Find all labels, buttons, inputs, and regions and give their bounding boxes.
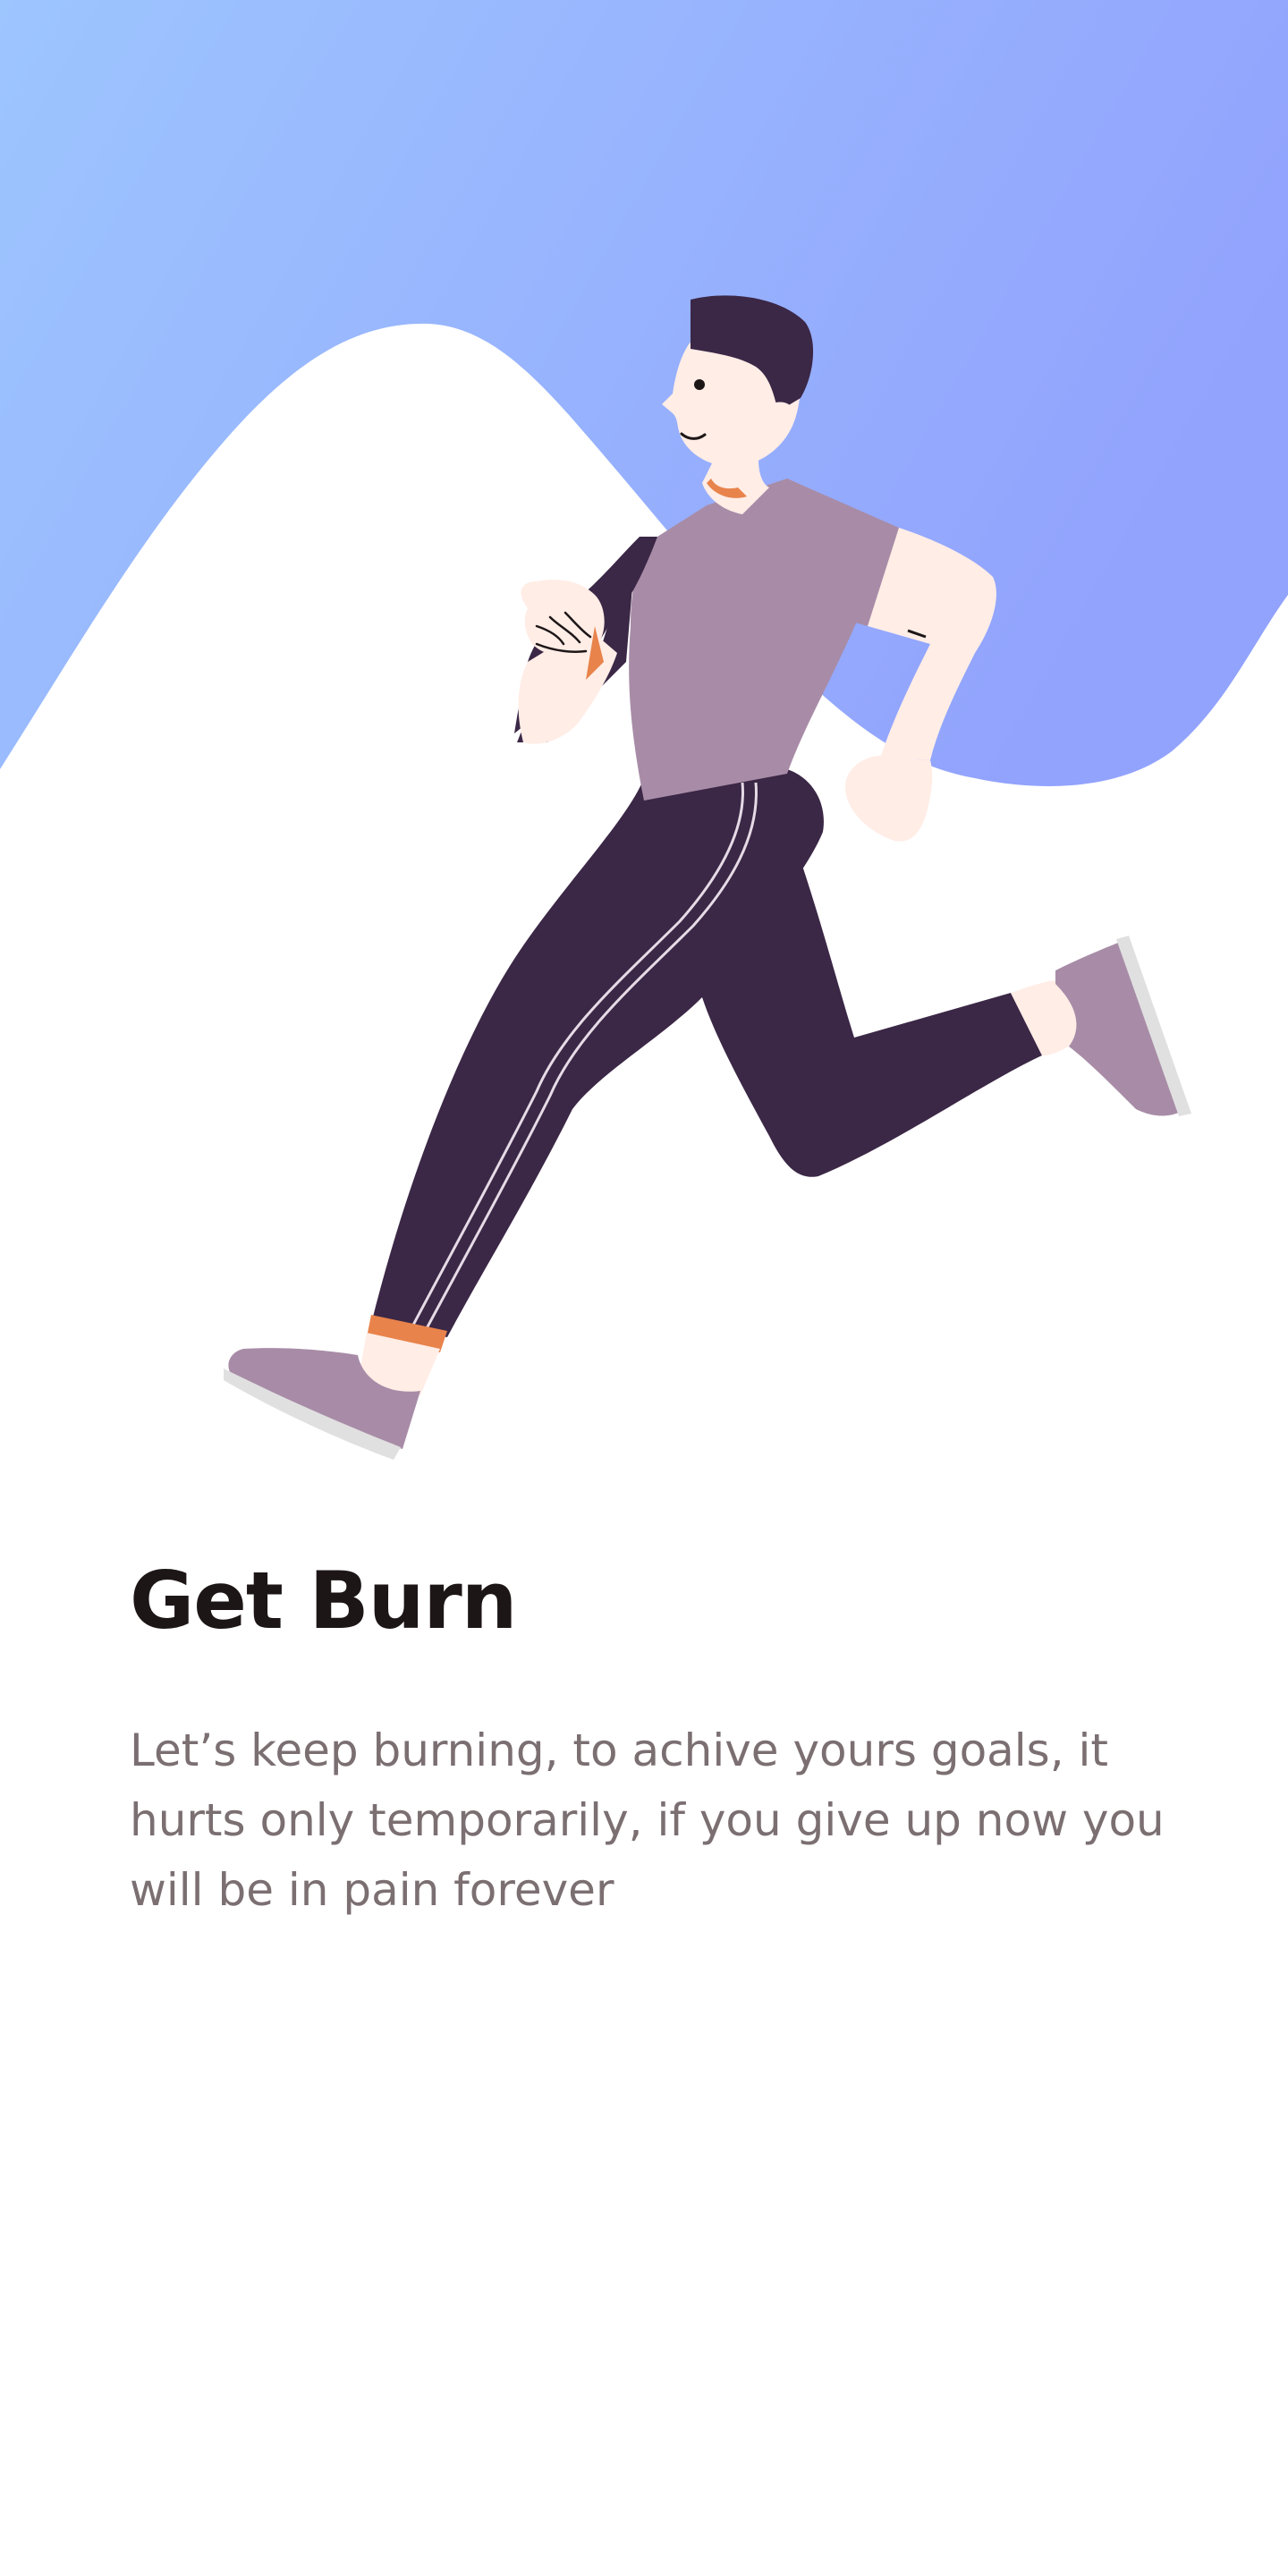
onboarding-description: Let’s keep burning, to achive yours goal…	[130, 1724, 1165, 1916]
running-man-illustration	[0, 0, 1288, 1460]
eye	[694, 379, 705, 390]
onboarding-title: Get Burn	[130, 1555, 517, 1647]
onboarding-screen: Get Burn Let’s keep burning, to achive y…	[0, 0, 1288, 2576]
hero-illustration	[0, 0, 1288, 1521]
right-fist	[845, 756, 933, 842]
onboarding-content: Get Burn Let’s keep burning, to achive y…	[130, 1556, 1167, 1925]
